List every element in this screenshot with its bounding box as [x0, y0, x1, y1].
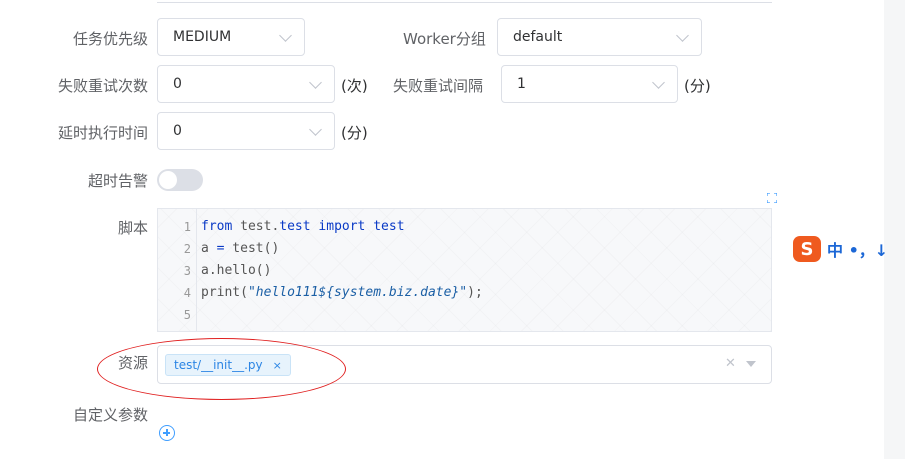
- line-number: 4: [183, 286, 191, 300]
- delay-time-select[interactable]: 0: [157, 112, 335, 150]
- chevron-down-icon: [309, 75, 322, 89]
- timeout-alarm-label: 超时告警: [87, 172, 148, 190]
- priority-select[interactable]: MEDIUM: [157, 18, 305, 56]
- code-line: a.hello(): [201, 263, 272, 278]
- retry-times-label: 失败重试次数: [57, 77, 148, 95]
- retry-interval-unit: (分): [684, 77, 711, 95]
- add-param-plus-icon[interactable]: [159, 425, 175, 441]
- line-number: 3: [183, 264, 191, 278]
- ime-status-text: 中 •，↓: [827, 241, 889, 260]
- worker-group-select[interactable]: default: [497, 18, 702, 56]
- retry-times-select[interactable]: 0: [157, 65, 335, 103]
- delay-time-label: 延时执行时间: [57, 124, 148, 142]
- page-scroll-track: [884, 0, 905, 459]
- line-number: 5: [183, 308, 191, 322]
- delay-time-value: 0: [173, 123, 182, 139]
- line-number-gutter: 1 2 3 4 5: [158, 209, 197, 331]
- priority-label: 任务优先级: [72, 30, 148, 48]
- script-code-editor[interactable]: 1 2 3 4 5 from test.test import test a =…: [157, 208, 772, 332]
- chevron-down-icon: [309, 122, 322, 136]
- line-number: 1: [183, 220, 191, 234]
- code-line: from test.test import test: [201, 219, 405, 234]
- sogou-logo-icon: S: [793, 236, 821, 262]
- chevron-down-icon: [676, 28, 689, 42]
- timeout-alarm-switch[interactable]: [157, 169, 203, 191]
- code-line: print("hello111${system.biz.date}");: [201, 285, 483, 300]
- ime-toolbar[interactable]: S 中 •，↓: [793, 236, 888, 262]
- retry-interval-label: 失败重试间隔: [393, 77, 484, 95]
- retry-interval-value: 1: [517, 76, 526, 92]
- code-line: a = test(): [201, 241, 280, 256]
- chevron-down-icon: [279, 28, 292, 42]
- worker-group-value: default: [513, 29, 563, 45]
- delay-time-unit: (分): [341, 124, 368, 142]
- dropdown-arrow-icon[interactable]: [746, 361, 756, 367]
- switch-knob: [159, 171, 177, 189]
- previous-field-bottom-border: [157, 0, 772, 3]
- retry-times-unit: (次): [341, 77, 368, 95]
- clear-icon[interactable]: ✕: [725, 356, 736, 371]
- highlight-ellipse: [97, 338, 346, 400]
- retry-times-value: 0: [173, 76, 182, 92]
- worker-group-label: Worker分组: [403, 30, 486, 48]
- chevron-down-icon: [652, 75, 665, 89]
- custom-params-label: 自定义参数: [72, 406, 148, 424]
- script-label: 脚本: [117, 219, 148, 237]
- retry-interval-select[interactable]: 1: [501, 65, 678, 103]
- line-number: 2: [183, 242, 191, 256]
- fullscreen-icon[interactable]: [767, 193, 777, 203]
- priority-value: MEDIUM: [173, 29, 232, 45]
